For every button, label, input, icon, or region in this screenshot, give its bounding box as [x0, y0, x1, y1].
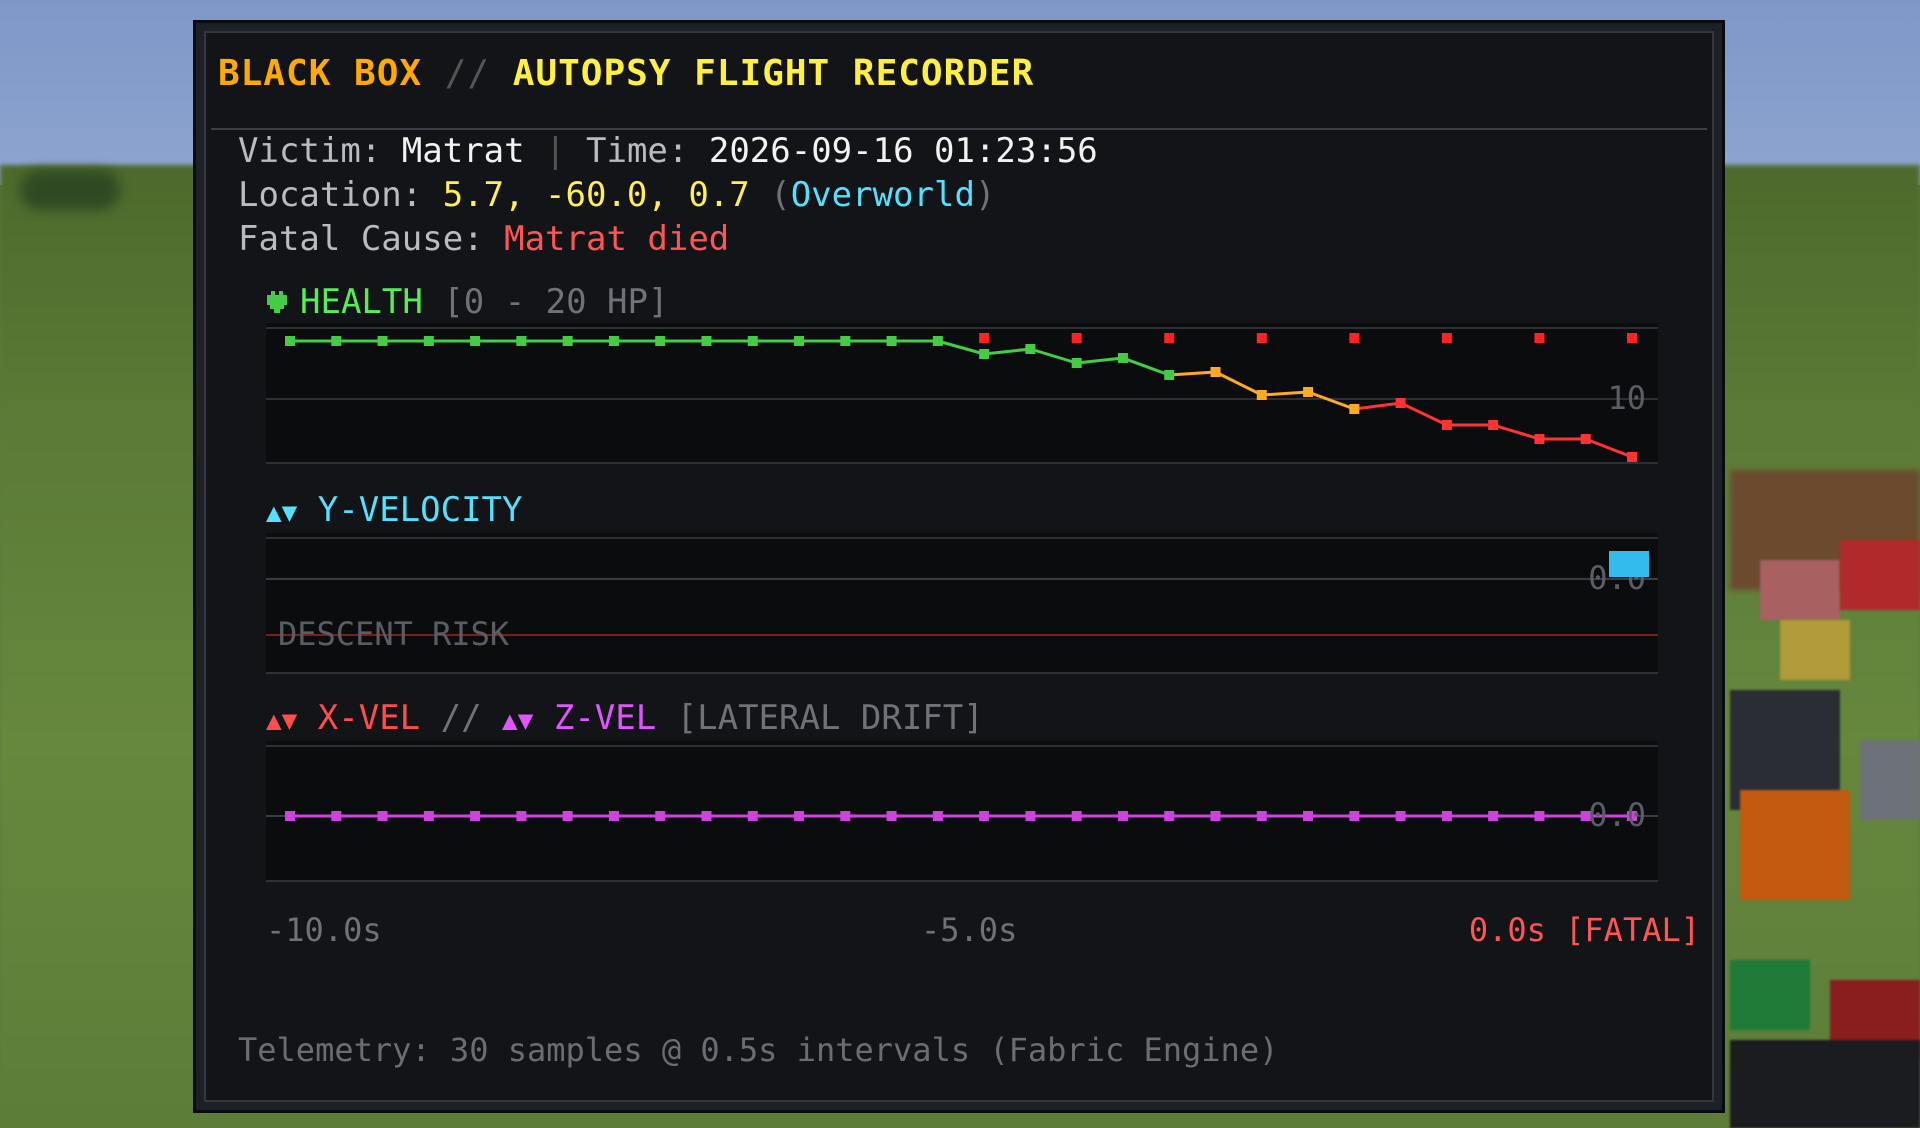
info-divider: |	[524, 131, 587, 171]
held-item-pixel	[1840, 540, 1920, 610]
victim-name: Matrat	[401, 131, 525, 171]
health-range: [0 - 20 HP]	[422, 282, 669, 322]
heart-icon	[267, 291, 287, 313]
y-velocity-label: Y-VELOCITY	[317, 490, 523, 530]
health-chart-area	[266, 323, 1658, 463]
lateral-suffix: [LATERAL DRIFT]	[656, 698, 984, 738]
victim-time-line: Victim: Matrat | Time: 2026-09-16 01:23:…	[238, 131, 1098, 171]
up-down-arrows-icon: ▲▼	[502, 706, 534, 736]
z-vel-label: Z-VEL	[553, 698, 657, 738]
lateral-separator: //	[420, 698, 503, 738]
black-box-panel: BLACK BOX // AUTOPSY FLIGHT RECORDER Vic…	[193, 20, 1725, 1113]
cause-label: Fatal Cause:	[238, 219, 505, 259]
distant-tree	[20, 170, 120, 210]
health-label: HEALTH	[300, 282, 423, 322]
dimension-close: )	[974, 175, 996, 215]
time-value: 2026-09-16 01:23:56	[708, 131, 1098, 171]
time-axis-end: 0.0s [FATAL]	[1468, 911, 1700, 949]
held-item-pixel	[1760, 560, 1840, 620]
location-coords: 5.7, -60.0, 0.7	[442, 175, 750, 215]
title-primary: BLACK BOX	[218, 53, 423, 94]
victim-label: Victim:	[238, 131, 402, 171]
panel-title: BLACK BOX // AUTOPSY FLIGHT RECORDER	[218, 53, 1034, 94]
held-item-pixel	[1730, 1040, 1920, 1128]
time-label: Time:	[586, 131, 709, 171]
time-axis-mid: -5.0s	[921, 911, 1018, 949]
held-item-pixel	[1780, 620, 1850, 680]
lateral-chart-area	[266, 741, 1658, 881]
y-velocity-title: ▲▼ Y-VELOCITY	[266, 490, 523, 530]
telemetry-footer: Telemetry: 30 samples @ 0.5s intervals (…	[238, 1031, 1279, 1069]
x-vel-label: X-VEL	[317, 698, 421, 738]
held-item-pixel	[1740, 790, 1850, 900]
lateral-drift-title: ▲▼ X-VEL // ▲▼ Z-VEL [LATERAL DRIFT]	[266, 698, 984, 738]
health-graph-title: HEALTH [0 - 20 HP]	[266, 282, 668, 322]
title-secondary: AUTOPSY FLIGHT RECORDER	[512, 53, 1035, 94]
held-item-pixel	[1860, 740, 1920, 820]
cause-value: Matrat died	[504, 219, 730, 259]
y-velocity-chart-area	[266, 533, 1658, 673]
title-separator: //	[422, 53, 513, 94]
dimension-open: (	[749, 175, 791, 215]
location-line: Location: 5.7, -60.0, 0.7 (Overworld)	[238, 175, 995, 215]
location-label: Location:	[238, 175, 443, 215]
up-down-arrows-icon: ▲▼	[266, 498, 298, 528]
up-down-arrows-icon: ▲▼	[266, 706, 298, 736]
time-axis-start: -10.0s	[266, 911, 382, 949]
held-item-pixel	[1730, 960, 1810, 1030]
fatal-cause-line: Fatal Cause: Matrat died	[238, 219, 729, 259]
location-dimension: Overworld	[790, 175, 975, 215]
